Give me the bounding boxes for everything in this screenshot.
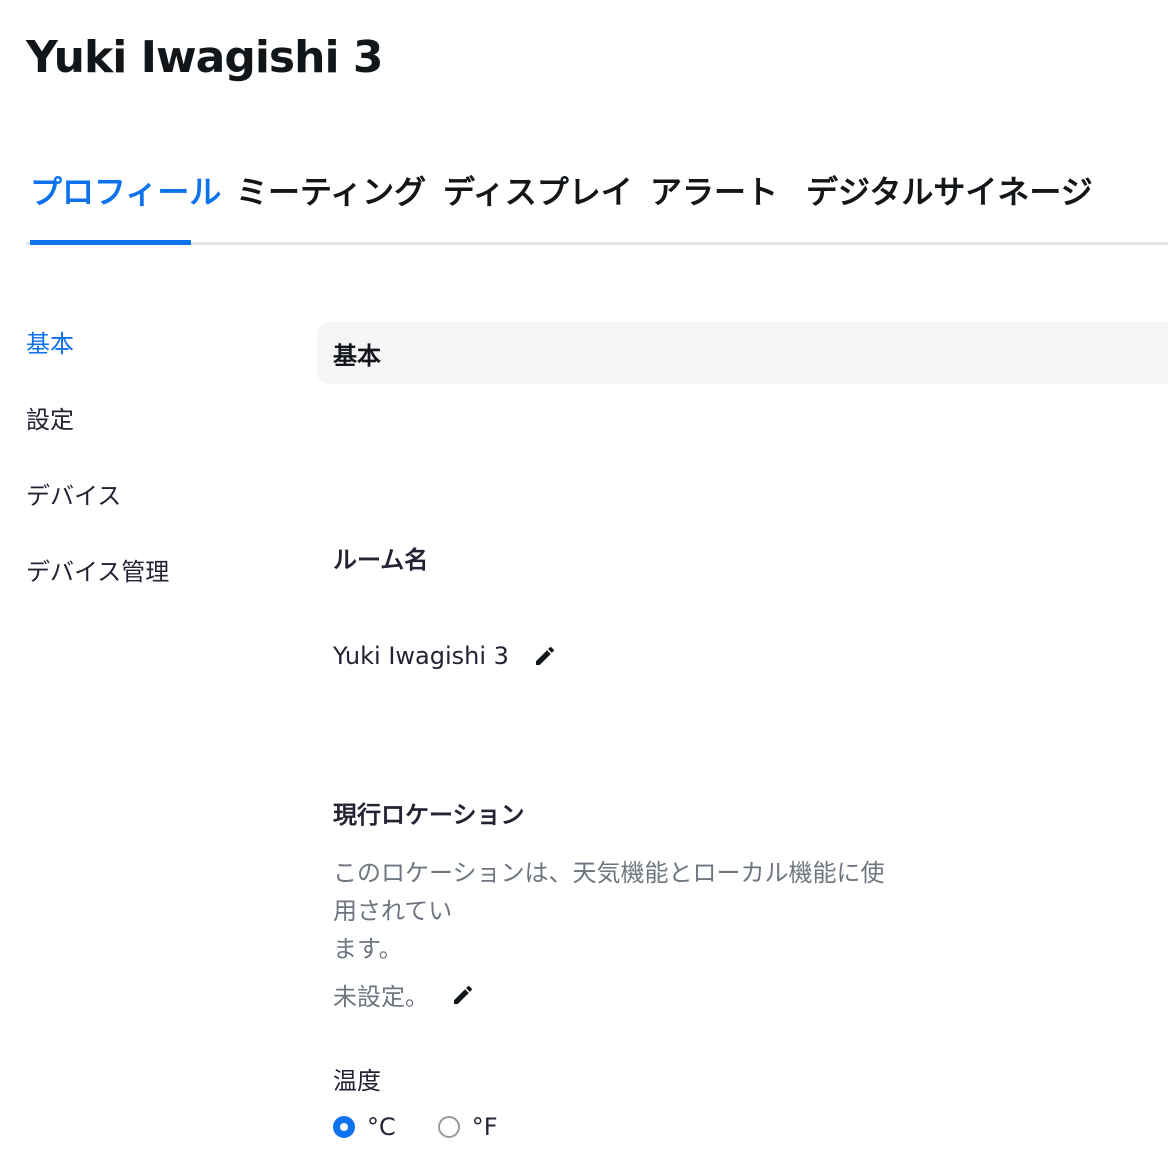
room-name-title: ルーム名 — [333, 540, 428, 575]
room-name-value: Yuki Iwagishi 3 — [333, 642, 509, 670]
tab-label: デジタルサイネージ — [806, 173, 1093, 211]
tab-bar: プロフィール ミーティング ディスプレイ アラート デジタルサイネージ — [26, 168, 1168, 245]
sidebar-nav: 基本 設定 デバイス デバイス管理 — [26, 326, 286, 630]
temperature-options: °C °F — [333, 1113, 498, 1141]
fahrenheit-radio[interactable] — [437, 1116, 460, 1138]
tab-digital-signage[interactable]: デジタルサイネージ — [806, 168, 1093, 242]
location-value: 未設定。 — [333, 983, 429, 1011]
location-title: 現行ロケーション — [333, 795, 525, 830]
location-label: 現行ロケーション — [333, 801, 525, 829]
tab-label: ディスプレイ — [443, 173, 633, 211]
sidebar-item-device-management[interactable]: デバイス管理 — [26, 554, 286, 630]
tab-label: ミーティング — [236, 173, 427, 211]
celsius-label[interactable]: °C — [367, 1113, 396, 1141]
location-description-line2: ます。 — [333, 935, 403, 963]
location-description-line1: このロケーションは、天気機能とローカル機能に使用されてい — [333, 859, 885, 925]
sidebar-item-settings[interactable]: 設定 — [26, 402, 286, 478]
tab-alert[interactable]: アラート — [650, 168, 778, 242]
tab-label: プロフィール — [30, 173, 222, 211]
tab-profile[interactable]: プロフィール — [30, 168, 222, 245]
tab-meeting[interactable]: ミーティング — [236, 168, 426, 242]
tab-display[interactable]: ディスプレイ — [443, 168, 633, 242]
page-title: Yuki Iwagishi 3 — [26, 32, 383, 83]
section-header: 基本 — [317, 322, 1168, 384]
temperature-label: 温度 — [333, 1067, 381, 1095]
celsius-radio[interactable] — [333, 1116, 355, 1138]
sidebar-item-basic[interactable]: 基本 — [26, 326, 286, 402]
location-row: 未設定。 — [333, 977, 477, 1012]
temperature-title: 温度 — [333, 1061, 381, 1096]
tab-label: アラート — [650, 173, 779, 211]
section-header-title: 基本 — [333, 342, 381, 370]
pencil-icon[interactable] — [449, 981, 477, 1009]
fahrenheit-label[interactable]: °F — [472, 1113, 498, 1141]
pencil-icon[interactable] — [531, 642, 559, 670]
location-description: このロケーションは、天気機能とローカル機能に使用されてい ます。 — [333, 854, 893, 968]
room-name-label: ルーム名 — [333, 546, 429, 574]
room-name-row: Yuki Iwagishi 3 — [333, 642, 559, 670]
sidebar-item-devices[interactable]: デバイス — [26, 478, 286, 554]
